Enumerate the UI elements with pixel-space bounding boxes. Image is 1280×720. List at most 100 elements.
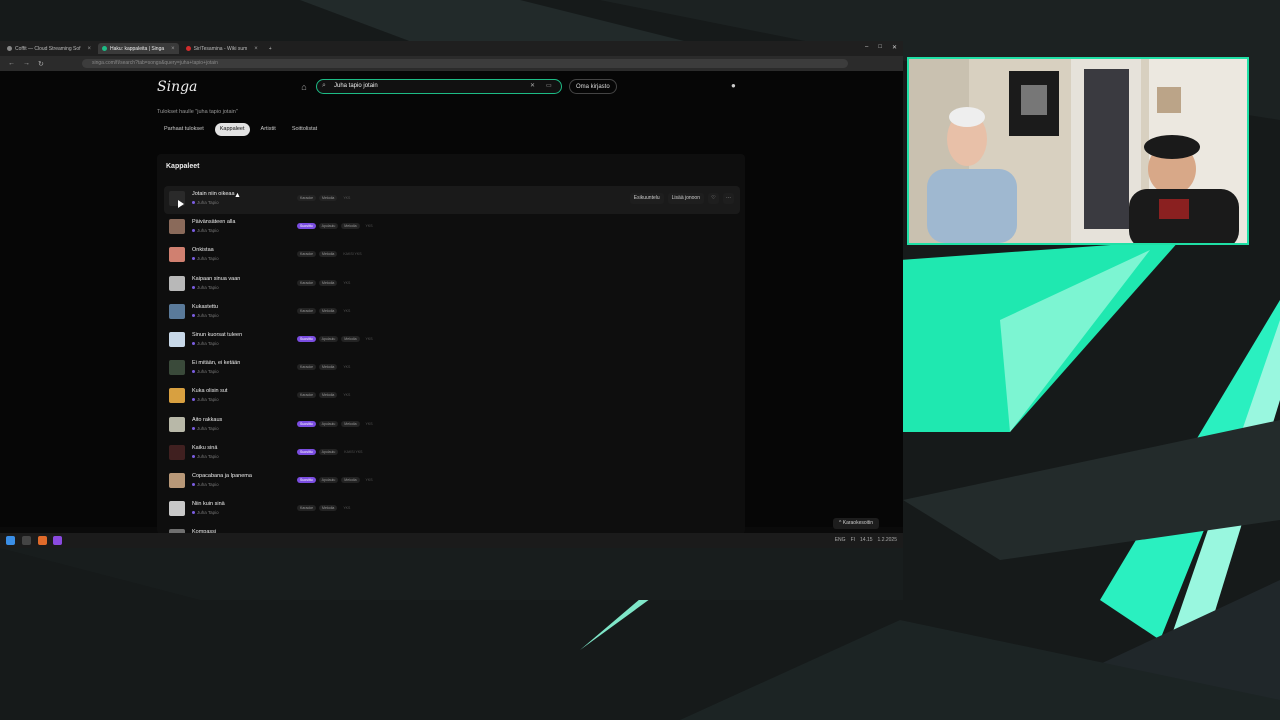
song-title[interactable]: Kaiku sinä bbox=[192, 445, 217, 451]
search-input[interactable]: Juha tapio jotain bbox=[334, 83, 378, 89]
song-thumbnail[interactable] bbox=[169, 247, 185, 263]
song-thumbnail[interactable] bbox=[169, 416, 185, 432]
reload-icon[interactable]: ↻ bbox=[38, 60, 44, 68]
tray-time[interactable]: 14.15 bbox=[860, 537, 873, 543]
song-thumbnail[interactable] bbox=[169, 191, 185, 208]
filter-playlists[interactable]: Soittolistat bbox=[287, 123, 322, 136]
close-icon[interactable]: × bbox=[254, 46, 258, 52]
song-artist[interactable]: Juha Tapio bbox=[192, 482, 219, 487]
song-row[interactable]: Kukastettu Juha Tapio Karaoke Melodia YKS bbox=[164, 299, 740, 327]
song-title[interactable]: Kuka olisin sut bbox=[192, 388, 227, 394]
tray-language[interactable]: ENG bbox=[835, 537, 846, 543]
filter-songs[interactable]: Kappaleet bbox=[214, 123, 250, 136]
preview-button[interactable]: Esikuuntelu bbox=[629, 193, 664, 204]
song-artist[interactable]: Juha Tapio bbox=[192, 285, 219, 290]
song-row[interactable]: Kuka olisin sut Juha Tapio Karaoke Melodia Y… bbox=[164, 383, 740, 411]
song-thumbnail[interactable] bbox=[169, 388, 185, 404]
song-artist[interactable]: Juha Tapio bbox=[192, 454, 219, 459]
song-row[interactable]: Kaipaan sinua vaan Juha Tapio Karaoke Melod… bbox=[164, 271, 740, 299]
song-tag: YKS bbox=[343, 506, 351, 511]
song-title[interactable]: Copacabana ja Ipanema bbox=[192, 473, 252, 479]
browser-icon[interactable] bbox=[38, 536, 47, 545]
song-artist[interactable]: Juha Tapio bbox=[192, 341, 219, 346]
back-icon[interactable]: ← bbox=[8, 60, 15, 67]
close-icon[interactable]: × bbox=[88, 46, 92, 52]
singa-logo[interactable]: Singa bbox=[157, 79, 197, 95]
song-row[interactable]: Jotain niin oikeaa Juha Tapio Karaoke Melod… bbox=[164, 186, 740, 215]
window-controls: – □ ✕ bbox=[865, 44, 897, 51]
song-row[interactable]: Onkistaa Juha Tapio Karaoke Melodia KAKSI YK… bbox=[164, 242, 740, 270]
song-artist[interactable]: Juha Tapio bbox=[192, 510, 219, 515]
clear-search-icon[interactable]: ✕ bbox=[530, 82, 535, 89]
song-tag: Suosittu bbox=[297, 448, 316, 455]
close-window-button[interactable]: ✕ bbox=[892, 44, 897, 51]
song-tags: Suosittu Apulaulu Melodia YKS bbox=[297, 335, 376, 342]
user-icon[interactable]: ● bbox=[731, 81, 736, 90]
song-tags: Karaoke Melodia YKS bbox=[297, 392, 353, 399]
song-tag: Karaoke bbox=[297, 279, 317, 286]
song-thumbnail[interactable] bbox=[169, 275, 185, 291]
song-thumbnail[interactable] bbox=[169, 501, 185, 517]
song-tag: YKS bbox=[343, 365, 351, 370]
song-thumbnail[interactable] bbox=[169, 444, 185, 460]
song-title[interactable]: Ei mitään, ei ketään bbox=[192, 360, 240, 366]
address-bar[interactable]: singa.com/fi/search?tab=songs&query=juha… bbox=[82, 59, 848, 68]
song-title[interactable]: Päivänsäteen alla bbox=[192, 219, 235, 225]
song-tag: Karaoke bbox=[297, 364, 317, 371]
song-title[interactable]: Aito rakkaus bbox=[192, 417, 222, 423]
song-row[interactable]: Päivänsäteen alla Juha Tapio Suosittu Apula… bbox=[164, 214, 740, 242]
maximize-button[interactable]: □ bbox=[878, 44, 882, 51]
app-icon[interactable] bbox=[53, 536, 62, 545]
song-thumbnail[interactable] bbox=[169, 303, 185, 319]
filter-top-results[interactable]: Parhaat tulokset bbox=[159, 123, 209, 136]
forward-icon[interactable]: → bbox=[23, 60, 30, 67]
home-icon[interactable]: ⌂ bbox=[299, 82, 309, 92]
library-button[interactable]: Oma kirjasto bbox=[569, 79, 617, 94]
tab-singa[interactable]: Haku: kappaleita | Singa × bbox=[98, 43, 179, 54]
song-tag: Melodia bbox=[319, 505, 338, 512]
search-icon[interactable] bbox=[22, 536, 31, 545]
windows-start-icon[interactable] bbox=[6, 536, 15, 545]
song-title[interactable]: Sinun kuorsat tuleen bbox=[192, 332, 242, 338]
add-to-queue-button[interactable]: Lisää jonoon bbox=[667, 193, 704, 204]
tab-wiki[interactable]: Sir/Tesamina - Wiki sum × bbox=[182, 43, 262, 54]
song-row[interactable]: Ei mitään, ei ketään Juha Tapio Karaoke Mel… bbox=[164, 355, 740, 383]
new-tab-button[interactable]: + bbox=[265, 43, 276, 54]
song-artist[interactable]: Juha Tapio bbox=[192, 228, 219, 233]
song-row[interactable]: Kaiku sinä Juha Tapio Suosittu Apulaulu KAKS… bbox=[164, 440, 740, 468]
song-artist[interactable]: Juha Tapio bbox=[192, 426, 219, 431]
song-title[interactable]: Niin kuin sinä bbox=[192, 501, 225, 507]
song-thumbnail[interactable] bbox=[169, 331, 185, 347]
song-title[interactable]: Onkistaa bbox=[192, 247, 214, 253]
favorite-icon[interactable]: ♡ bbox=[708, 193, 719, 204]
song-thumbnail[interactable] bbox=[169, 472, 185, 488]
song-thumbnail[interactable] bbox=[169, 219, 185, 235]
song-row[interactable]: Sinun kuorsat tuleen Juha Tapio Suosittu Ap… bbox=[164, 327, 740, 355]
close-icon[interactable]: × bbox=[171, 46, 175, 52]
tray-date[interactable]: 1.2.2025 bbox=[878, 537, 897, 543]
song-artist[interactable]: Juha Tapio bbox=[192, 397, 219, 402]
search-box[interactable]: ⌕ Juha tapio jotain ✕ ▭ bbox=[316, 79, 562, 94]
more-options-icon[interactable]: ⋯ bbox=[723, 193, 734, 204]
tray-language-alt[interactable]: FI bbox=[851, 537, 855, 543]
song-artist[interactable]: Juha Tapio bbox=[192, 369, 219, 374]
song-row[interactable]: Niin kuin sinä Juha Tapio Karaoke Melodia YK… bbox=[164, 496, 740, 524]
tab-coffit[interactable]: Coffit — Cloud Streaming Sof × bbox=[3, 43, 95, 54]
device-icon[interactable]: ▭ bbox=[546, 82, 552, 89]
song-title[interactable]: Kukastettu bbox=[192, 304, 218, 310]
song-row[interactable]: Aito rakkaus Juha Tapio Suosittu Apulaulu Me… bbox=[164, 412, 740, 440]
song-artist[interactable]: Juha Tapio bbox=[192, 200, 219, 205]
filter-artists[interactable]: Artistit bbox=[256, 123, 281, 136]
song-tags: Karaoke Melodia YKS bbox=[297, 505, 353, 512]
karaoke-player-button[interactable]: ^ Karaokesoitin bbox=[833, 518, 880, 529]
minimize-button[interactable]: – bbox=[865, 44, 868, 51]
song-title[interactable]: Jotain niin oikeaa bbox=[192, 191, 235, 197]
song-artist[interactable]: Juha Tapio bbox=[192, 256, 219, 261]
song-row[interactable]: Copacabana ja Ipanema Juha Tapio Suosittu A… bbox=[164, 468, 740, 496]
song-title[interactable]: Kaipaan sinua vaan bbox=[192, 276, 240, 282]
song-artist[interactable]: Juha Tapio bbox=[192, 313, 219, 318]
play-icon[interactable] bbox=[178, 200, 184, 208]
song-thumbnail[interactable] bbox=[169, 360, 185, 376]
song-tag: Suosittu bbox=[297, 335, 316, 342]
song-tag: Apulaulu bbox=[318, 223, 339, 230]
